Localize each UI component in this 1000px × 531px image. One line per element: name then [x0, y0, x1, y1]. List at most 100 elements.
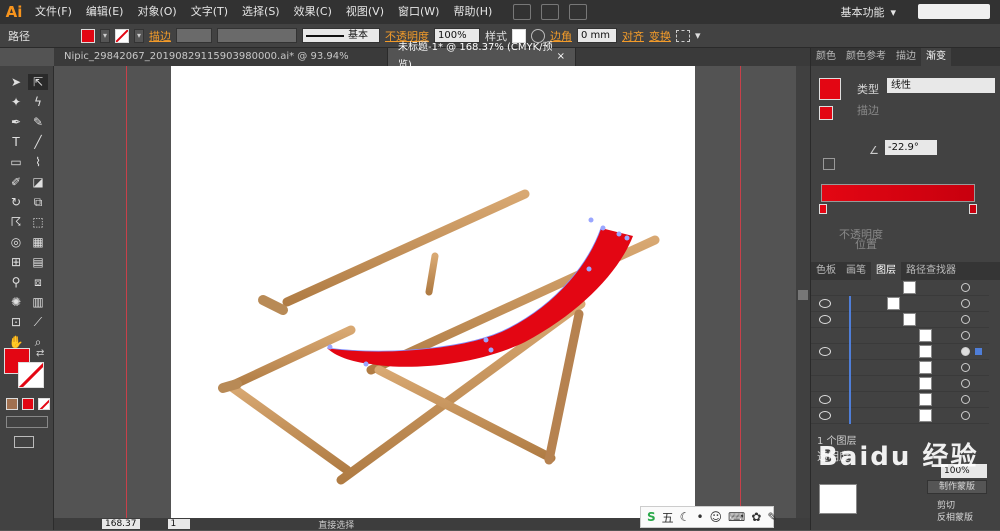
column-graph-tool-icon[interactable]: ▥	[28, 294, 48, 310]
canvas-area[interactable]	[54, 66, 796, 518]
fill-dropdown[interactable]: ▾	[100, 28, 110, 43]
keyboard-icon[interactable]: ⌨	[728, 510, 745, 524]
ime-mode-label[interactable]: 五	[662, 509, 674, 526]
menu-type[interactable]: 文字(T)	[184, 0, 235, 24]
artboard-tool-icon[interactable]: ⊡	[6, 314, 26, 330]
artboard[interactable]	[171, 66, 695, 518]
variable-width-field[interactable]	[217, 28, 297, 43]
target-icon[interactable]	[961, 283, 970, 292]
eraser-tool-icon[interactable]: ◪	[28, 174, 48, 190]
warp-tool-icon[interactable]: ☈	[6, 214, 26, 230]
menu-effect[interactable]: 效果(C)	[287, 0, 339, 24]
line-tool-icon[interactable]: ╱	[28, 134, 48, 150]
curvature-tool-icon[interactable]: ✎	[28, 114, 48, 130]
layer-row[interactable]	[811, 280, 989, 296]
workspace-switcher[interactable]: 基本功能 ▾	[840, 4, 896, 20]
direct-selection-tool-icon[interactable]: ⇱	[28, 74, 48, 90]
menu-help[interactable]: 帮助(H)	[446, 0, 499, 24]
target-icon[interactable]	[961, 379, 970, 388]
gradient-type-select[interactable]: 线性	[887, 78, 995, 93]
selection-square-icon[interactable]	[975, 348, 982, 355]
gradient-tool-icon[interactable]: ▤	[28, 254, 48, 270]
moon-icon[interactable]: ☾	[680, 510, 691, 524]
beach-chair-artwork[interactable]	[171, 66, 695, 518]
vertical-scrollbar[interactable]	[796, 66, 810, 518]
gradient-mode-button[interactable]	[22, 398, 34, 410]
swap-colors-icon[interactable]: ⇄	[36, 348, 44, 359]
eye-icon[interactable]	[819, 347, 831, 356]
help-search-input[interactable]	[918, 4, 990, 19]
tab-nipic-document[interactable]: Nipic_29842067_20190829115903980000.ai* …	[54, 48, 388, 80]
arrange-documents-icon[interactable]	[541, 4, 560, 20]
color-mode-button[interactable]	[6, 398, 18, 410]
isolate-icon[interactable]	[676, 29, 690, 42]
paintbrush-tool-icon[interactable]: ⌇	[28, 154, 48, 170]
target-icon[interactable]	[961, 347, 970, 356]
rotate-tool-icon[interactable]: ↻	[6, 194, 26, 210]
make-mask-button[interactable]: 制作蒙版	[927, 480, 987, 494]
panel-menu-icon[interactable]: ▾	[695, 29, 701, 42]
tab-color[interactable]: 颜色	[811, 48, 841, 66]
blend-tool-icon[interactable]: ⧈	[28, 274, 48, 290]
tab-brushes[interactable]: 画笔	[841, 262, 871, 280]
tab-layers[interactable]: 图层	[871, 262, 901, 280]
rectangle-tool-icon[interactable]: ▭	[6, 154, 26, 170]
tab-color-guide[interactable]: 颜色参考	[841, 48, 891, 66]
stroke-dropdown[interactable]: ▾	[134, 28, 144, 43]
pencil-tool-icon[interactable]: ✐	[6, 174, 26, 190]
emoji-icon[interactable]: ☺	[710, 510, 723, 524]
gradient-preview-swatch[interactable]	[819, 78, 841, 100]
angle-field[interactable]: -22.9°	[885, 140, 937, 155]
type-tool-icon[interactable]: T	[6, 134, 26, 150]
layer-row[interactable]	[811, 408, 989, 424]
menu-object[interactable]: 对象(O)	[130, 0, 183, 24]
punctuation-icon[interactable]: •	[696, 510, 703, 524]
target-icon[interactable]	[961, 315, 970, 324]
target-icon[interactable]	[961, 299, 970, 308]
stroke-label[interactable]: 描边	[149, 28, 171, 44]
stroke-weight-field[interactable]	[176, 28, 212, 43]
tools-icon[interactable]: ✎	[767, 510, 777, 524]
layer-row[interactable]	[811, 312, 989, 328]
gpu-performance-icon[interactable]	[569, 4, 588, 20]
layer-row[interactable]	[811, 296, 989, 312]
tab-untitled-document[interactable]: 未标题-1* @ 168.37% (CMYK/预览) ×	[388, 42, 576, 71]
menu-select[interactable]: 选择(S)	[235, 0, 287, 24]
stroke-color-swatch[interactable]	[18, 362, 44, 388]
skin-icon[interactable]: ✿	[751, 510, 761, 524]
scroll-thumb[interactable]	[798, 290, 808, 300]
target-icon[interactable]	[961, 331, 970, 340]
scale-tool-icon[interactable]: ⧉	[28, 194, 48, 210]
tab-stroke[interactable]: 描边	[891, 48, 921, 66]
screen-mode-icon[interactable]	[14, 436, 34, 448]
none-mode-button[interactable]	[38, 398, 50, 410]
target-icon[interactable]	[961, 363, 970, 372]
free-transform-tool-icon[interactable]: ⬚	[28, 214, 48, 230]
reverse-gradient-icon[interactable]	[823, 158, 835, 170]
layer-row[interactable]	[811, 328, 989, 344]
shape-builder-tool-icon[interactable]: ◎	[6, 234, 26, 250]
layer-row[interactable]	[811, 376, 989, 392]
mesh-tool-icon[interactable]: ⊞	[6, 254, 26, 270]
menu-window[interactable]: 窗口(W)	[391, 0, 446, 24]
layer-row[interactable]	[811, 360, 989, 376]
menu-edit[interactable]: 编辑(E)	[79, 0, 131, 24]
stroke-swatch[interactable]	[115, 28, 129, 43]
bridge-icon[interactable]	[513, 4, 532, 20]
menu-file[interactable]: 文件(F)	[28, 0, 79, 24]
selection-tool-icon[interactable]: ➤	[6, 74, 26, 90]
eyedropper-tool-icon[interactable]: ⚲	[6, 274, 26, 290]
transform-label[interactable]: 变换	[649, 28, 671, 44]
corner-field[interactable]: 0 mm	[577, 28, 617, 43]
eye-icon[interactable]	[819, 299, 831, 308]
close-icon[interactable]: ×	[557, 48, 565, 66]
zoom-field[interactable]: 168.37	[102, 519, 140, 529]
pen-tool-icon[interactable]: ✒	[6, 114, 26, 130]
layer-row[interactable]	[811, 392, 989, 408]
target-icon[interactable]	[961, 395, 970, 404]
tab-gradient[interactable]: 渐变	[921, 48, 951, 66]
gradient-stop-left[interactable]	[819, 204, 827, 214]
gradient-ramp[interactable]	[821, 184, 975, 202]
tab-pathfinder[interactable]: 路径查找器	[901, 262, 961, 280]
menu-view[interactable]: 视图(V)	[339, 0, 391, 24]
